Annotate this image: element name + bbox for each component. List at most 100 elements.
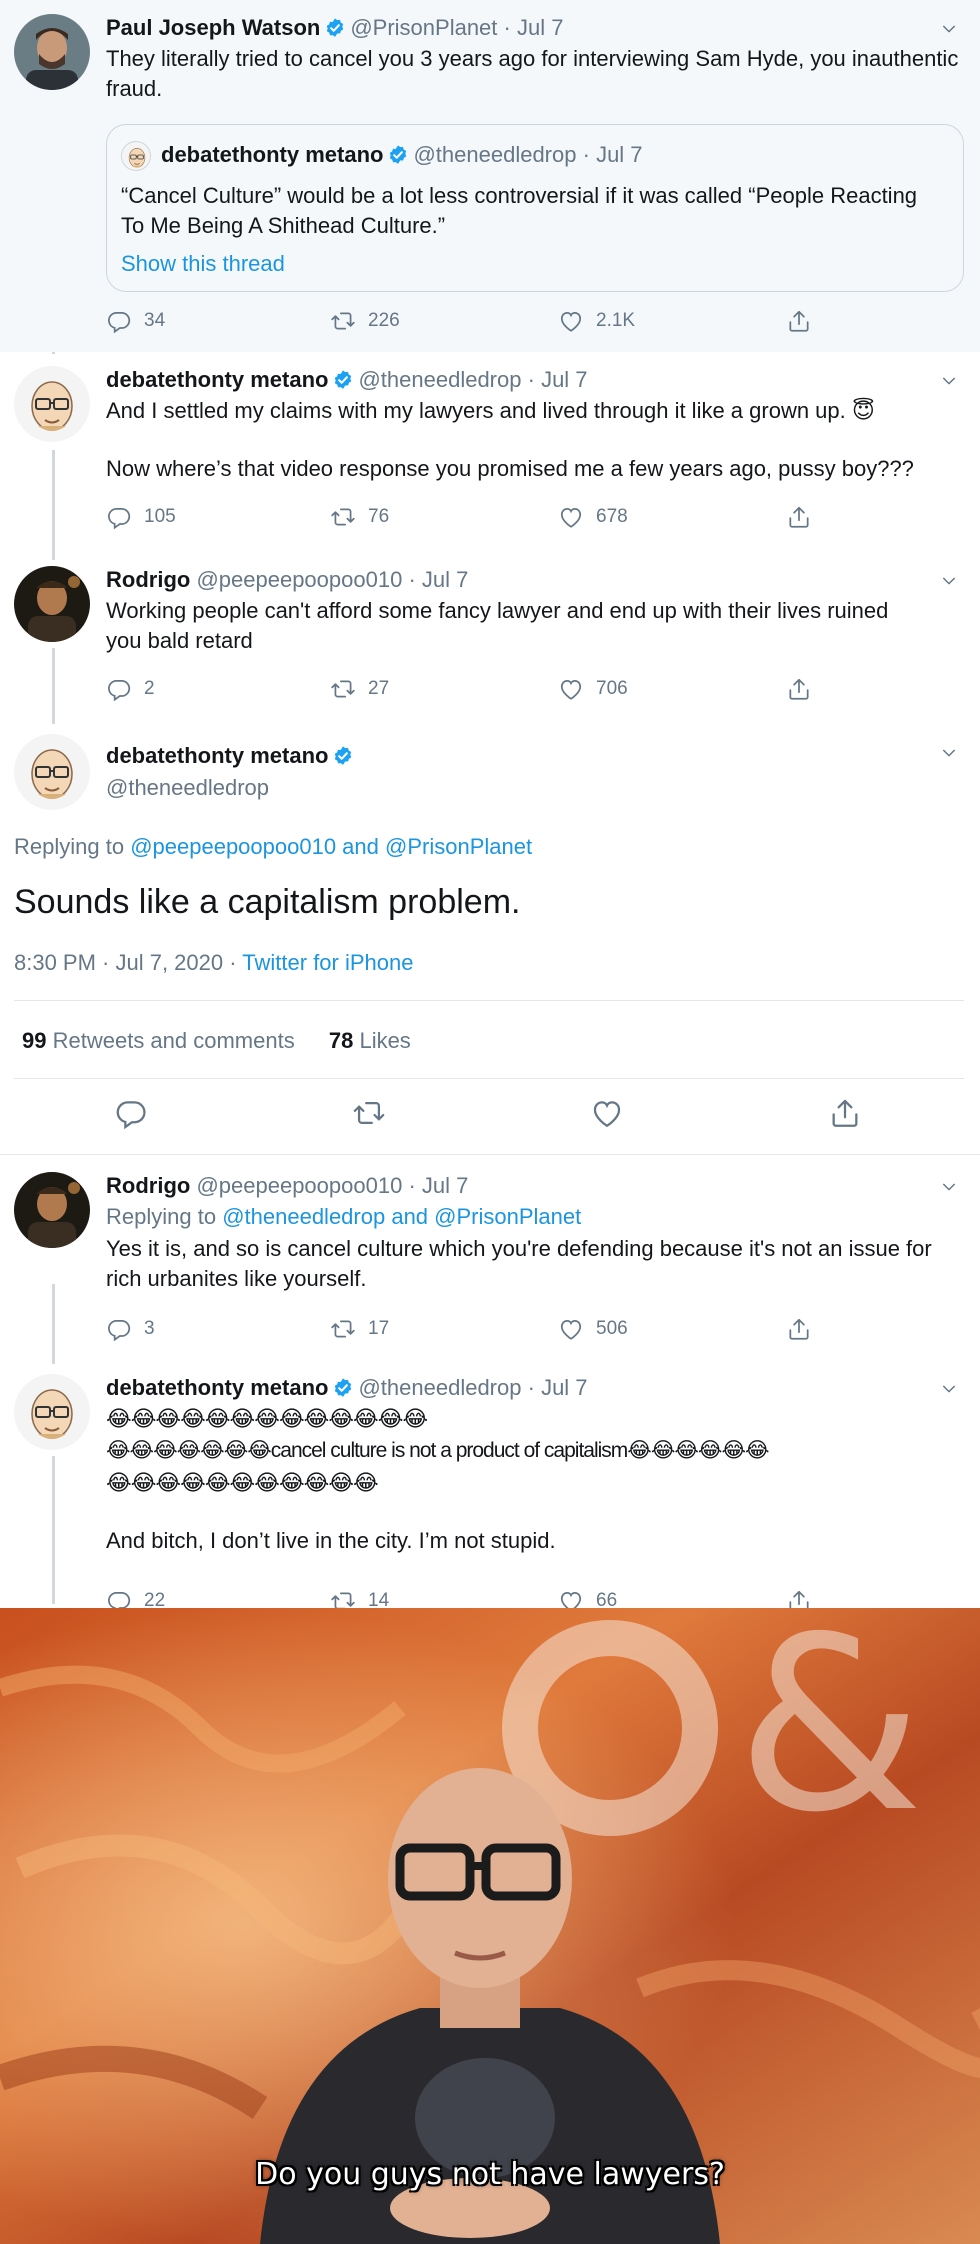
like-button[interactable]: 2.1K <box>558 306 635 336</box>
reply-needledrop[interactable]: debatethonty metano @theneedledrop · Jul … <box>0 1364 980 1608</box>
separator-dot: · <box>229 950 237 975</box>
author-handle[interactable]: @peepeepoopoo010 <box>196 567 402 592</box>
author-handle[interactable]: @theneedledrop <box>358 1375 521 1400</box>
avatar[interactable] <box>14 14 90 90</box>
like-button[interactable]: 706 <box>558 674 628 704</box>
chevron-down-icon[interactable] <box>940 1380 958 1398</box>
retweet-count: 17 <box>368 1318 390 1339</box>
main-action-bar <box>0 1096 980 1136</box>
heart-icon[interactable] <box>590 1096 624 1130</box>
avatar[interactable] <box>14 1374 90 1450</box>
author-handle[interactable]: @PrisonPlanet <box>350 15 497 40</box>
divider <box>14 1000 964 1001</box>
separator-dot: · <box>582 142 590 167</box>
reply-icon[interactable] <box>114 1096 148 1130</box>
replying-to-link[interactable]: @theneedledrop and @PrisonPlanet <box>222 1204 581 1229</box>
reply-rodrigo[interactable]: Rodrigo @peepeepoopoo010 · Jul 7 Replyin… <box>0 1162 980 1362</box>
verified-icon <box>324 17 346 39</box>
retweet-count: 27 <box>368 678 390 699</box>
reply-icon <box>106 308 132 334</box>
replying-to-link[interactable]: @peepeepoopoo010 and @PrisonPlanet <box>130 834 532 859</box>
main-tweet: debatethonty metano @theneedledrop Reply… <box>0 724 980 1156</box>
like-button[interactable]: 506 <box>558 1314 628 1344</box>
action-bar: 3 17 506 <box>106 1314 826 1344</box>
retweet-button[interactable]: 76 <box>330 502 389 532</box>
like-count: 506 <box>596 1318 628 1339</box>
retweet-icon <box>330 504 356 530</box>
retweet-count: 226 <box>368 310 400 331</box>
chevron-down-icon[interactable] <box>940 372 958 390</box>
tweet-time[interactable]: Jul 7 <box>541 1375 587 1400</box>
quote-text: “Cancel Culture” would be a lot less con… <box>121 183 918 238</box>
tweet-needledrop[interactable]: debatethonty metano @theneedledrop · Jul … <box>0 352 980 552</box>
author-name[interactable]: Paul Joseph Watson <box>106 15 320 40</box>
tweet-time[interactable]: Jul 7 <box>422 567 468 592</box>
tweet-timestamp[interactable]: 8:30 PM · Jul 7, 2020 <box>14 950 223 975</box>
reply-button[interactable]: 34 <box>106 306 165 336</box>
tweet-text: They literally tried to cancel you 3 yea… <box>106 46 959 101</box>
tweet-text: 😂😂😂😂😂😂😂😂😂😂😂😂😂 <box>106 1406 428 1431</box>
chevron-down-icon[interactable] <box>940 572 958 590</box>
tweet-rodrigo[interactable]: Rodrigo @peepeepoopoo010 · Jul 7 Working… <box>0 556 980 724</box>
quoted-tweet[interactable]: debatethonty metano @theneedledrop · Jul … <box>106 124 964 292</box>
retweet-button[interactable]: 17 <box>330 1314 389 1344</box>
tweet-text: Now where’s that video response you prom… <box>106 456 914 481</box>
share-button[interactable] <box>786 502 812 532</box>
separator-dot: · <box>527 1375 535 1400</box>
reply-button[interactable]: 3 <box>106 1314 155 1344</box>
tweet-text: Working people can't afford some fancy l… <box>106 598 889 653</box>
author-handle[interactable]: @theneedledrop <box>358 367 521 392</box>
retweet-icon[interactable] <box>352 1096 386 1130</box>
tweet-header: debatethonty metano @theneedledrop · Jul … <box>106 1374 962 1402</box>
retweets-stat[interactable]: 99 Retweets and comments <box>22 1028 295 1053</box>
retweet-button[interactable]: 27 <box>330 674 389 704</box>
share-button[interactable] <box>786 1314 812 1344</box>
avatar[interactable] <box>14 366 90 442</box>
chevron-down-icon[interactable] <box>940 20 958 38</box>
divider <box>14 1078 964 1079</box>
engagement-stats: 99 Retweets and comments 78 Likes <box>22 1028 411 1054</box>
quote-time: Jul 7 <box>596 142 643 167</box>
like-button[interactable]: 678 <box>558 502 628 532</box>
action-bar: 2 27 706 <box>106 674 826 704</box>
reply-icon <box>106 676 132 702</box>
tweet-pjw[interactable]: Paul Joseph Watson @PrisonPlanet · Jul 7 … <box>0 0 980 352</box>
author-handle[interactable]: @peepeepoopoo010 <box>196 1173 402 1198</box>
reply-button[interactable]: 2 <box>106 674 155 704</box>
author-name[interactable]: debatethonty metano <box>106 367 328 392</box>
share-button[interactable] <box>786 674 812 704</box>
author-handle[interactable]: @theneedledrop <box>106 774 358 802</box>
reply-button[interactable]: 105 <box>106 502 176 532</box>
retweet-button[interactable]: 226 <box>330 306 400 336</box>
avatar[interactable] <box>14 566 90 642</box>
author-name[interactable]: Rodrigo <box>106 567 190 592</box>
reply-count: 34 <box>144 310 166 331</box>
action-bar: 105 76 678 <box>106 502 826 532</box>
meme-caption: Do you guys not have lawyers? <box>255 2157 725 2192</box>
like-count: 2.1K <box>596 310 636 331</box>
avatar[interactable] <box>14 1172 90 1248</box>
quote-author-name: debatethonty metano <box>161 142 384 167</box>
tweet-time[interactable]: Jul 7 <box>422 1173 468 1198</box>
share-button[interactable] <box>786 306 812 336</box>
show-thread-link[interactable]: Show this thread <box>121 249 285 279</box>
likes-stat[interactable]: 78 Likes <box>329 1028 411 1053</box>
source-link[interactable]: Twitter for iPhone <box>242 950 413 975</box>
tweet-time[interactable]: Jul 7 <box>517 15 563 40</box>
reply-icon <box>106 504 132 530</box>
quote-author-handle: @theneedledrop <box>413 142 577 167</box>
tweet-text: 😂😂😂😂😂😂😂cancel culture is not a product o… <box>106 1439 770 1462</box>
meme-image: & Do you guys not have lawyers? <box>0 1608 980 2244</box>
tweet-time[interactable]: Jul 7 <box>541 367 587 392</box>
avatar[interactable] <box>14 734 90 810</box>
heart-icon <box>558 504 584 530</box>
share-icon[interactable] <box>828 1096 862 1130</box>
chevron-down-icon[interactable] <box>940 1178 958 1196</box>
author-name[interactable]: debatethonty metano <box>106 1375 328 1400</box>
chevron-down-icon[interactable] <box>940 744 958 762</box>
tweet-header: debatethonty metano @theneedledrop · Jul … <box>106 366 962 394</box>
author-name[interactable]: debatethonty metano <box>106 743 328 768</box>
tweet-header: debatethonty metano <box>106 742 358 770</box>
meme-illustration: & <box>0 1608 980 2244</box>
author-name[interactable]: Rodrigo <box>106 1173 190 1198</box>
